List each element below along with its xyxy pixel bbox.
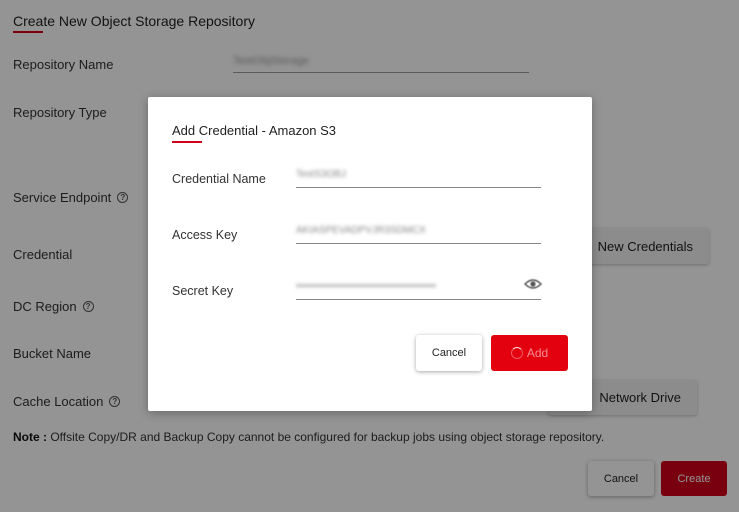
- dialog-title: Add Credential - Amazon S3: [172, 123, 337, 138]
- secret-key-underline: [296, 299, 541, 300]
- secret-key-input[interactable]: ••••••••••••••••••••••••••••••••••••••••: [296, 281, 524, 292]
- credential-name-input[interactable]: TestS3OBJ: [296, 169, 346, 180]
- credential-name-underline: [296, 187, 541, 188]
- access-key-label: Access Key: [172, 228, 238, 242]
- dialog-add-button[interactable]: Add: [491, 335, 568, 371]
- add-credential-dialog: Add Credential - Amazon S3 Credential Na…: [148, 97, 592, 411]
- secret-key-label: Secret Key: [172, 284, 234, 298]
- dialog-title-underline: [172, 141, 202, 143]
- credential-name-label: Credential Name: [172, 172, 266, 186]
- spinner-icon: [510, 347, 523, 359]
- dialog-cancel-button[interactable]: Cancel: [416, 335, 482, 371]
- dialog-add-button-label: Add: [526, 346, 549, 360]
- access-key-underline: [296, 243, 541, 244]
- access-key-input[interactable]: AKIASPEVADPVJR3SDMCX: [296, 225, 426, 236]
- eye-icon[interactable]: [524, 278, 542, 290]
